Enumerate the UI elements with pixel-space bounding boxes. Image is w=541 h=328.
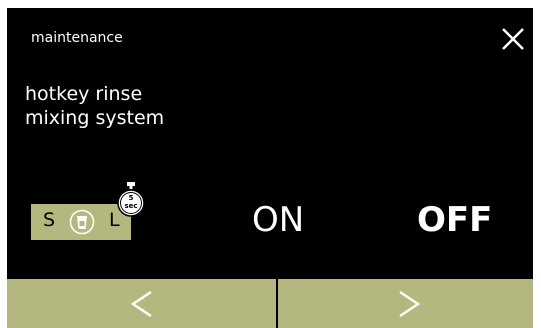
timer-label: 5 sec [115, 194, 147, 210]
close-icon [502, 28, 524, 50]
stopwatch-icon: 5 sec [115, 182, 147, 222]
size-small-label[interactable]: S [43, 209, 55, 231]
next-button[interactable] [278, 279, 533, 328]
chevron-left-icon [130, 290, 152, 318]
timer-unit: sec [124, 202, 138, 210]
toggle-on-option[interactable]: ON [252, 200, 304, 240]
navigation-bar [7, 279, 533, 328]
chevron-right-icon [399, 290, 421, 318]
page-heading-line2: mixing system [25, 107, 165, 129]
header-title: maintenance [31, 30, 123, 46]
screen: maintenance hotkey rinse mixing system S… [7, 8, 533, 328]
previous-button[interactable] [7, 279, 276, 328]
page-heading: hotkey rinse mixing system [25, 82, 325, 130]
timer-value: 5 [128, 194, 134, 202]
page-heading-line1: hotkey rinse [25, 83, 143, 105]
close-button[interactable] [499, 25, 527, 53]
toggle-off-option[interactable]: OFF [417, 200, 492, 240]
cup-icon [69, 209, 95, 235]
